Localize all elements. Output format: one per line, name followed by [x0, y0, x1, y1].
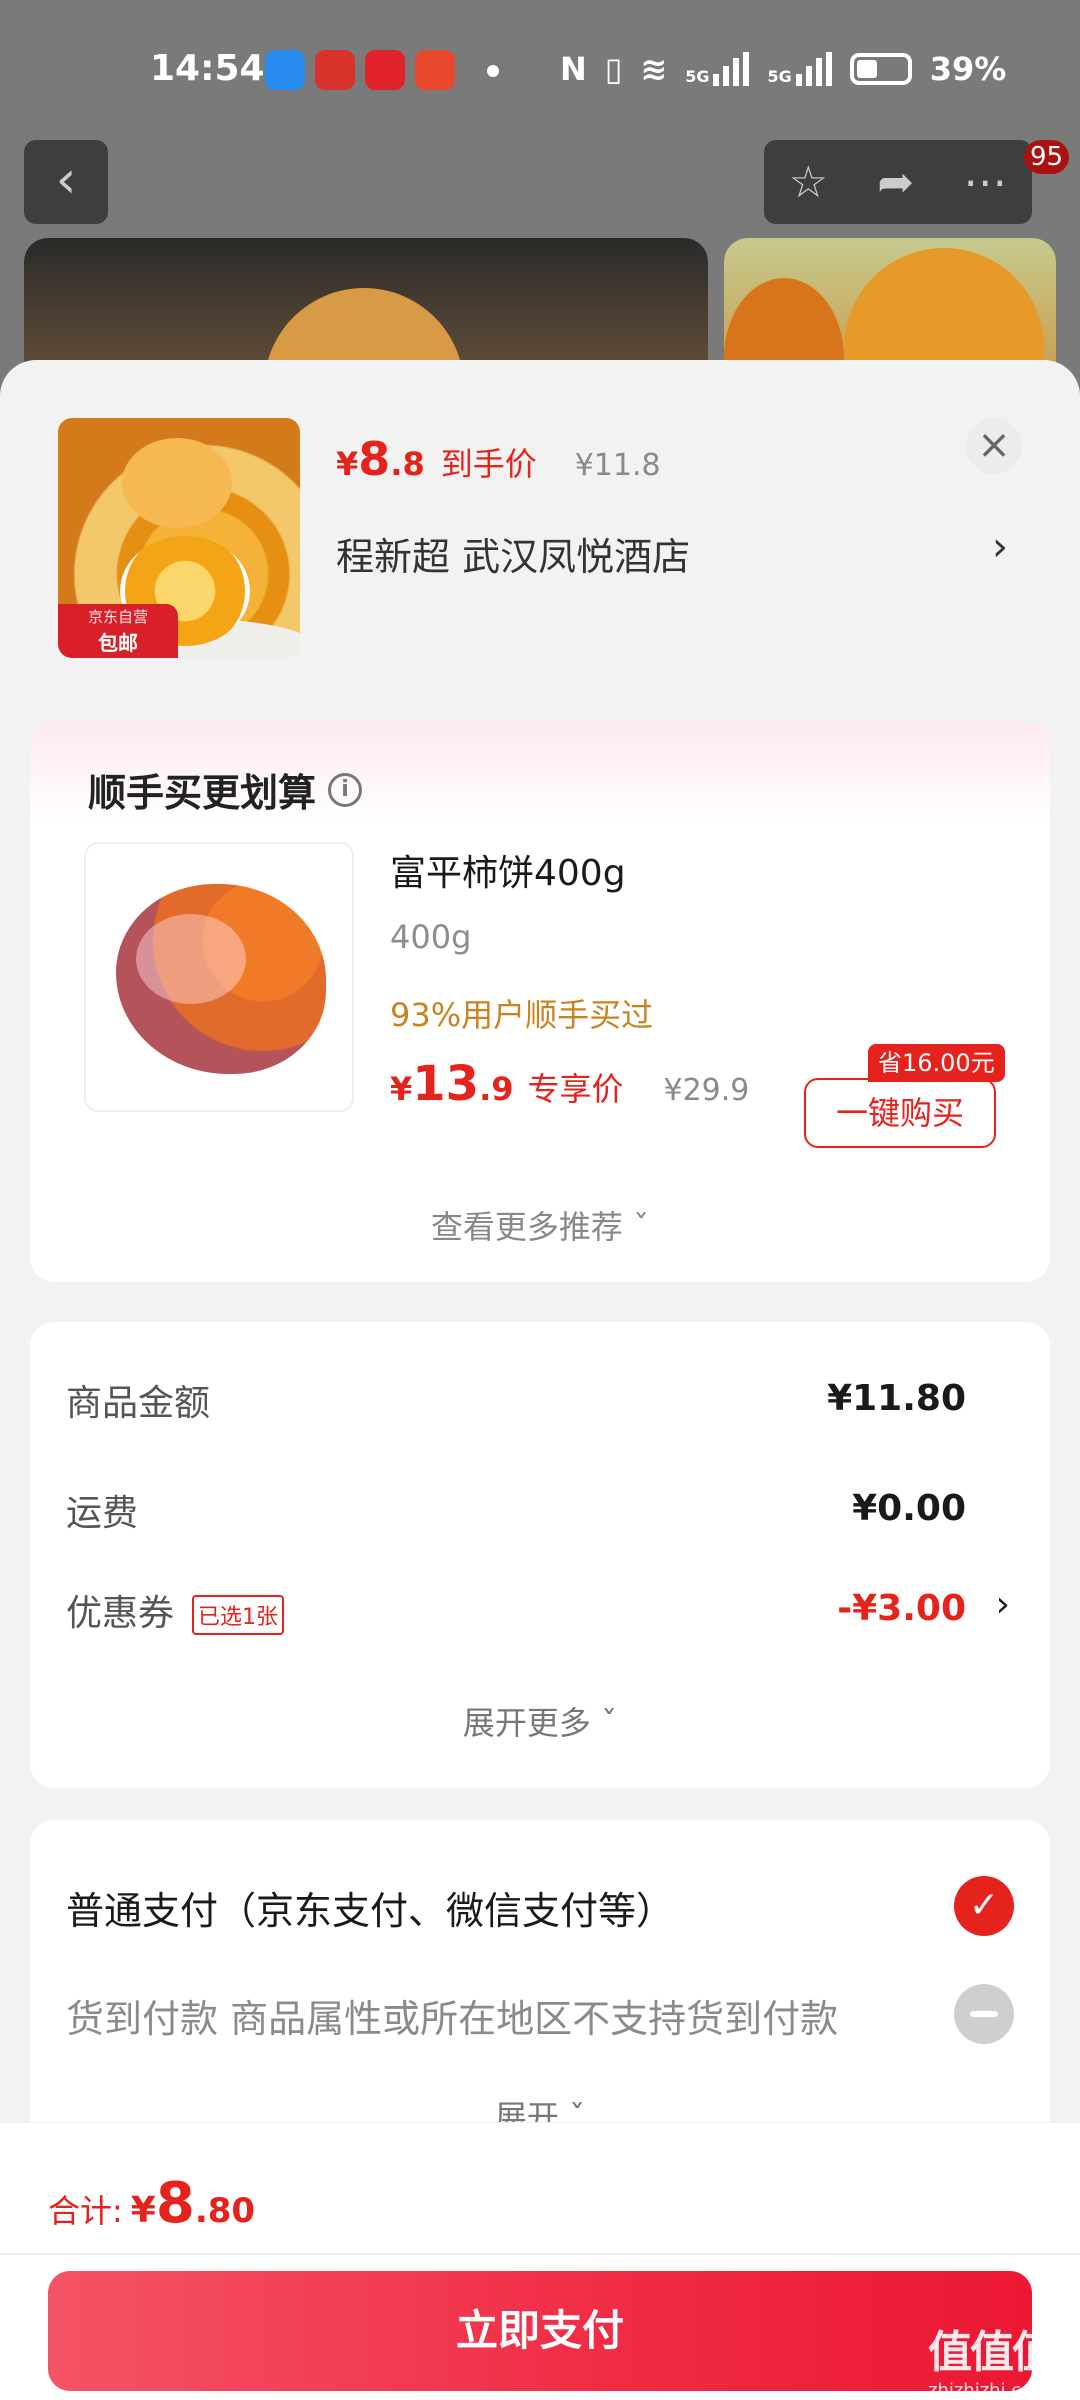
more-recommendations-link[interactable]: 查看更多推荐 ˇ — [30, 1202, 1050, 1248]
battery-icon — [849, 53, 912, 85]
checkout-footer: 合计: ¥ 8 .80 立即支付 — [0, 2122, 1080, 2400]
signal-icon: 5G — [685, 52, 750, 86]
chevron-right-icon[interactable]: › — [992, 524, 1008, 570]
back-button[interactable]: ‹ — [24, 140, 108, 224]
battery-level: 39% — [929, 50, 1007, 88]
checkout-sheet: 京东自营 包邮 ¥ 8 .8 到手价 ¥11.8 × 程新超 武汉凤悦酒店 › … — [0, 360, 1080, 2400]
app-notification-icon — [315, 50, 355, 90]
nfc-icon: N — [560, 50, 587, 88]
coupon-selected-chip: 已选1张 — [192, 1595, 285, 1635]
disabled-icon — [954, 1984, 1014, 2044]
order-total: 合计: ¥ 8 .80 — [48, 2171, 256, 2236]
recommended-product-image[interactable] — [84, 842, 354, 1112]
share-icon[interactable]: ➦ — [877, 157, 914, 208]
coupon-row[interactable]: 优惠券 已选1张 — [66, 1584, 285, 1636]
order-amount-card: 商品金额 ¥11.80 运费 ¥0.00 优惠券 已选1张 -¥3.00 › 展开… — [30, 1322, 1050, 1788]
close-button[interactable]: × — [966, 418, 1022, 474]
savings-badge: 省16.00元 — [868, 1044, 1005, 1082]
notification-icons — [265, 50, 455, 90]
total-label: 合计: — [48, 2192, 123, 2230]
close-icon: × — [977, 422, 1011, 468]
free-shipping-tag: 京东自营 包邮 — [58, 604, 178, 658]
wifi-icon: ≋ — [640, 50, 668, 88]
info-icon[interactable]: i — [328, 772, 363, 807]
check-icon[interactable]: ✓ — [954, 1876, 1014, 1936]
message-badge: 95 — [1024, 140, 1070, 174]
app-notification-icon — [365, 50, 405, 90]
divider — [0, 2253, 1080, 2255]
final-price-label: 到手价 — [440, 445, 537, 483]
coupon-discount-value[interactable]: -¥3.00 — [837, 1588, 966, 1629]
product-thumbnail: 京东自营 包邮 — [58, 418, 300, 658]
chevron-right-icon[interactable]: › — [996, 1584, 1010, 1625]
subtotal-value: ¥11.80 — [827, 1378, 966, 1419]
coupon-label: 优惠券 — [66, 1593, 175, 1634]
more-notifications-icon — [487, 65, 499, 77]
original-price: ¥11.8 — [574, 448, 661, 483]
recommended-product-price: ¥ 13 .9 专享价 ¥29.9 — [390, 1056, 750, 1112]
shipping-fee-value: ¥0.00 — [852, 1488, 966, 1529]
recommended-product-name[interactable]: 富平柿饼400g — [390, 844, 626, 896]
app-notification-icon — [415, 50, 455, 90]
expand-more-link[interactable]: 展开更多 ˇ — [30, 1698, 1050, 1744]
vibrate-icon: ▯ — [604, 50, 623, 88]
status-indicators: N ▯ ≋ 5G 5G 39% — [560, 50, 1006, 88]
pay-now-button[interactable]: 立即支付 — [48, 2271, 1032, 2391]
watermark-logo: 值值值 zhizhizhi.com — [928, 2327, 1056, 2400]
chevron-left-icon: ‹ — [55, 150, 77, 210]
nav-actions: ☆ ➦ ⋯ — [764, 140, 1032, 224]
recommendation-card: 顺手买更划算 i 富平柿饼400g 400g 93%用户顺手买过 ¥ 13 .9… — [30, 722, 1050, 1282]
more-icon[interactable]: ⋯ — [963, 157, 1007, 208]
payment-option-standard[interactable]: 普通支付（京东支付、微信支付等） — [66, 1880, 674, 1935]
payment-option-cod: 货到付款 商品属性或所在地区不支持货到付款 — [66, 1997, 839, 2041]
recommended-product-spec: 400g — [390, 918, 472, 956]
recommendation-title: 顺手买更划算 i — [88, 762, 363, 817]
shipping-fee-label: 运费 — [66, 1493, 139, 1534]
search-app-icon — [265, 50, 305, 90]
status-time: 14:54 — [150, 48, 265, 89]
status-bar: 14:54 N ▯ ≋ 5G 5G 39% — [0, 0, 1080, 140]
star-icon[interactable]: ☆ — [789, 157, 828, 208]
final-price: ¥ 8 .8 到手价 ¥11.8 — [336, 432, 661, 486]
purchase-rate: 93%用户顺手买过 — [390, 996, 654, 1034]
shipping-address[interactable]: 程新超 武汉凤悦酒店 — [336, 526, 690, 581]
one-click-buy-button[interactable]: 一键购买 — [804, 1078, 996, 1148]
subtotal-label: 商品金额 — [66, 1383, 211, 1424]
signal-icon: 5G — [767, 52, 832, 86]
